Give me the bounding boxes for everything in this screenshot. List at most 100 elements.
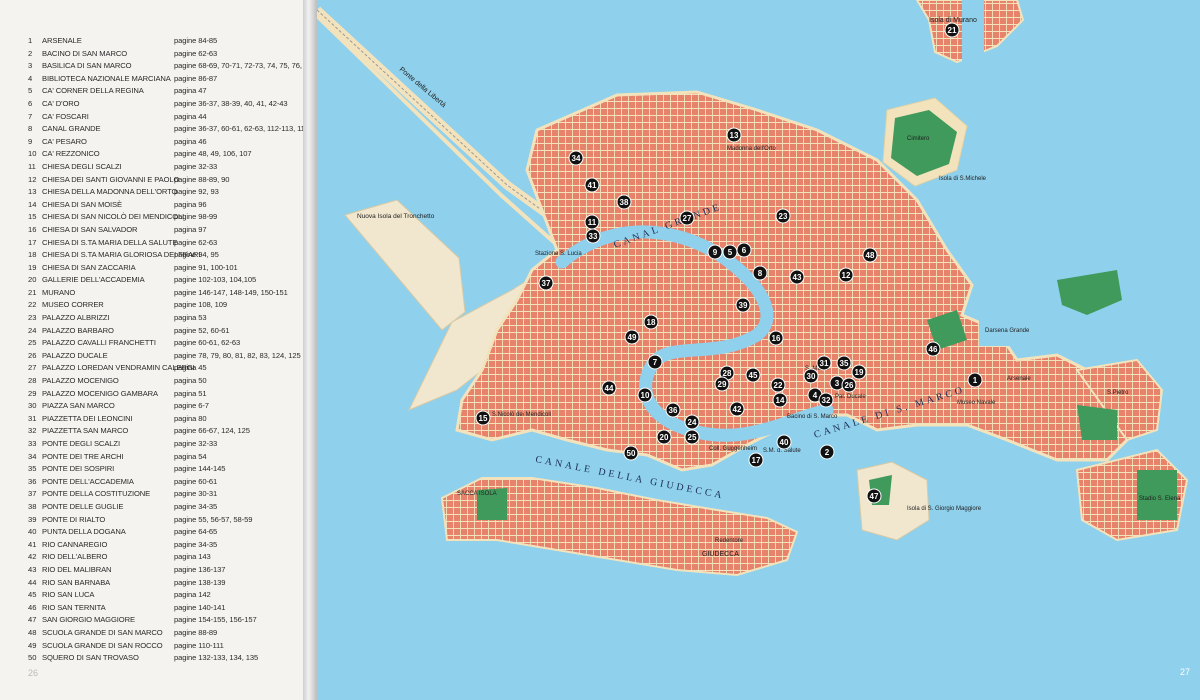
map-marker-23[interactable]: 23 bbox=[775, 208, 791, 224]
map-marker-1[interactable]: 1 bbox=[967, 372, 983, 388]
map-marker-29[interactable]: 29 bbox=[714, 376, 730, 392]
map-marker-24[interactable]: 24 bbox=[684, 414, 700, 430]
map-marker-50[interactable]: 50 bbox=[623, 445, 639, 461]
map-marker-7[interactable]: 7 bbox=[647, 354, 663, 370]
index-item: 1 ARSENALE pagine 84-85 bbox=[28, 35, 298, 48]
map-marker-13[interactable]: 13 bbox=[726, 127, 742, 143]
map-marker-44[interactable]: 44 bbox=[601, 380, 617, 396]
map-marker-25[interactable]: 25 bbox=[684, 429, 700, 445]
index-item-pages: pagina 80 bbox=[174, 413, 207, 423]
index-item-name: BACINO DI SAN MARCO bbox=[42, 48, 128, 58]
index-item-name: CA' PESARO bbox=[42, 136, 87, 146]
map-marker-37[interactable]: 37 bbox=[538, 275, 554, 291]
index-item: 47 SAN GIORGIO MAGGIORE pagine 154-155, 15… bbox=[28, 614, 298, 627]
map-marker-12[interactable]: 12 bbox=[838, 267, 854, 283]
index-item-pages: pagine 84-85 bbox=[174, 36, 218, 45]
index-item-num: 46 bbox=[28, 602, 37, 612]
index-item-name: SQUERO DI SAN TROVASO bbox=[42, 653, 139, 663]
map-marker-42[interactable]: 42 bbox=[729, 401, 745, 417]
map-marker-11[interactable]: 11 bbox=[584, 214, 600, 230]
map-marker-38[interactable]: 38 bbox=[616, 194, 632, 210]
index-item-pages: pagina 54 bbox=[174, 451, 207, 461]
map-marker-26[interactable]: 26 bbox=[841, 377, 857, 393]
index-item: 45 RIO SAN LUCA pagina 142 bbox=[28, 589, 298, 602]
marker-number: 15 bbox=[479, 414, 488, 423]
index-item-name: CHIESA DEGLI SCALZI bbox=[42, 161, 122, 171]
map-marker-34[interactable]: 34 bbox=[568, 150, 584, 166]
map-marker-33[interactable]: 33 bbox=[585, 228, 601, 244]
marker-number: 30 bbox=[807, 372, 816, 381]
map-marker-43[interactable]: 43 bbox=[789, 269, 805, 285]
marker-number: 5 bbox=[728, 248, 733, 257]
page-number-right: 27 bbox=[1180, 667, 1190, 677]
map-marker-14[interactable]: 14 bbox=[772, 392, 788, 408]
map-marker-40[interactable]: 40 bbox=[776, 434, 792, 450]
marker-number: 28 bbox=[723, 369, 732, 378]
map-marker-39[interactable]: 39 bbox=[735, 297, 751, 313]
map-marker-36[interactable]: 36 bbox=[665, 402, 681, 418]
index-item-name: PIAZZETTA DEI LEONCINI bbox=[42, 413, 133, 423]
index-item-pages: pagine 64-65 bbox=[174, 527, 218, 537]
index-item-name: PONTE DELLE GUGLIE bbox=[42, 501, 124, 511]
index-item: 14 CHIESA DI SAN MOISÈ pagina 96 bbox=[28, 199, 298, 212]
map-marker-48[interactable]: 48 bbox=[862, 247, 878, 263]
map-marker-35[interactable]: 35 bbox=[836, 355, 852, 371]
map-marker-5[interactable]: 5 bbox=[722, 244, 738, 260]
map-marker-9[interactable]: 9 bbox=[707, 244, 723, 260]
map-marker-16[interactable]: 16 bbox=[768, 330, 784, 346]
index-item-pages: pagina 53 bbox=[174, 313, 207, 323]
map-marker-45[interactable]: 45 bbox=[745, 367, 761, 383]
index-item-pages: pagine 32-33 bbox=[174, 161, 218, 171]
map-marker-19[interactable]: 19 bbox=[851, 364, 867, 380]
marker-number: 21 bbox=[948, 26, 957, 35]
index-item-name: PONTE DELLA COSTITUZIONE bbox=[42, 489, 151, 499]
map-marker-22[interactable]: 22 bbox=[770, 377, 786, 393]
map-marker-30[interactable]: 30 bbox=[803, 368, 819, 384]
marker-number: 11 bbox=[588, 218, 597, 227]
index-item-name: RIO SAN LUCA bbox=[42, 590, 95, 600]
index-item-name: PALAZZO LOREDAN VENDRAMIN CALERGI bbox=[42, 363, 195, 373]
index-item-num: 7 bbox=[28, 111, 33, 121]
index-item: 30 PIAZZA SAN MARCO pagine 6-7 bbox=[28, 400, 298, 413]
index-item: 12 CHIESA DEI SANTI GIOVANNI E PAOLO pagin… bbox=[28, 174, 298, 187]
index-item-num: 17 bbox=[28, 237, 37, 247]
map-marker-27[interactable]: 27 bbox=[679, 210, 695, 226]
index-item-num: 1 bbox=[28, 36, 33, 45]
index-item-num: 38 bbox=[28, 501, 37, 511]
index-page: 1 ARSENALE pagine 84-85 2 BACINO DI SAN MARC… bbox=[0, 0, 323, 700]
map-marker-32[interactable]: 32 bbox=[818, 392, 834, 408]
map-marker-21[interactable]: 21 bbox=[944, 22, 960, 38]
marker-number: 13 bbox=[730, 131, 739, 140]
map-marker-2[interactable]: 2 bbox=[819, 444, 835, 460]
index-item-pages: pagine 92, 93 bbox=[174, 187, 219, 197]
map-marker-20[interactable]: 20 bbox=[656, 429, 672, 445]
index-item-num: 22 bbox=[28, 300, 37, 310]
map-marker-31[interactable]: 31 bbox=[816, 355, 832, 371]
map-marker-47[interactable]: 47 bbox=[866, 488, 882, 504]
marker-number: 19 bbox=[855, 368, 864, 377]
map-marker-6[interactable]: 6 bbox=[736, 242, 752, 258]
index-item-name: RIO DEL MALIBRAN bbox=[42, 564, 112, 574]
map-marker-17[interactable]: 17 bbox=[748, 452, 764, 468]
index-item-num: 41 bbox=[28, 539, 37, 549]
map-marker-46[interactable]: 46 bbox=[925, 341, 941, 357]
index-item-pages: pagine 138-139 bbox=[174, 577, 226, 587]
cimitero-label: Cimitero bbox=[907, 136, 930, 142]
map-marker-8[interactable]: 8 bbox=[752, 265, 768, 281]
map-marker-18[interactable]: 18 bbox=[643, 314, 659, 330]
map-marker-15[interactable]: 15 bbox=[475, 410, 491, 426]
index-item-num: 29 bbox=[28, 388, 37, 398]
index-item-num: 47 bbox=[28, 615, 37, 625]
index-item-num: 11 bbox=[28, 161, 36, 171]
index-item: 46 RIO SAN TERNITA pagine 140-141 bbox=[28, 602, 298, 615]
index-item: 13 CHIESA DELLA MADONNA DELL'ORTO pagine 9… bbox=[28, 186, 298, 199]
index-item: 9 CA' PESARO pagina 46 bbox=[28, 136, 298, 149]
index-item-name: RIO SAN TERNITA bbox=[42, 602, 106, 612]
map-marker-10[interactable]: 10 bbox=[637, 387, 653, 403]
index-item: 49 SCUOLA GRANDE DI SAN ROCCO pagine 110-1… bbox=[28, 640, 298, 653]
index-item-name: CHIESA DI SAN SALVADOR bbox=[42, 224, 138, 234]
marker-number: 4 bbox=[813, 391, 818, 400]
index-item: 16 CHIESA DI SAN SALVADOR pagina 97 bbox=[28, 224, 298, 237]
map-marker-41[interactable]: 41 bbox=[584, 177, 600, 193]
map-marker-49[interactable]: 49 bbox=[624, 329, 640, 345]
